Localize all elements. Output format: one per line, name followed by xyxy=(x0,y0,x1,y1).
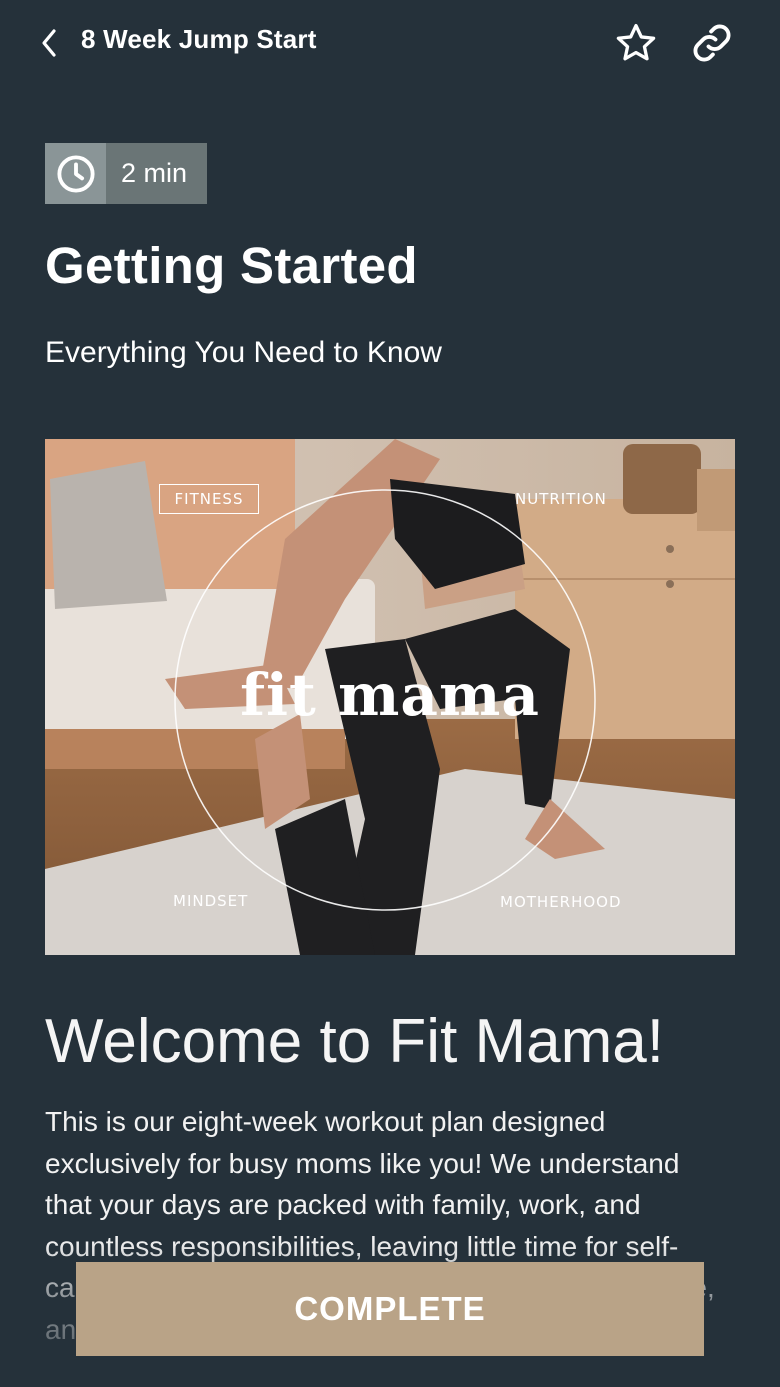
lesson-subtitle: Everything You Need to Know xyxy=(45,336,442,369)
hero-label-mindset: MINDSET xyxy=(173,892,249,910)
duration-chip: 2 min xyxy=(45,143,207,204)
hero-label-fitness: FITNESS xyxy=(159,484,259,514)
hero-label-nutrition: NUTRITION xyxy=(515,490,607,508)
duration-text: 2 min xyxy=(106,143,207,204)
back-button[interactable] xyxy=(34,26,64,60)
top-bar: 8 Week Jump Start xyxy=(0,0,780,84)
hero-image: FITNESS NUTRITION MINDSET MOTHERHOOD fit… xyxy=(45,439,735,955)
link-icon xyxy=(693,24,731,62)
fit-mama-logo: fit mama xyxy=(240,661,540,729)
favorite-button[interactable] xyxy=(612,20,660,66)
star-outline-icon xyxy=(616,23,656,61)
share-link-button[interactable] xyxy=(688,20,736,66)
content-heading: Welcome to Fit Mama! xyxy=(45,1007,665,1076)
duration-icon-box xyxy=(45,143,106,204)
lesson-screen: 8 Week Jump Start 2 min Getting Started … xyxy=(0,0,780,1387)
lesson-title: Getting Started xyxy=(45,237,418,294)
course-title: 8 Week Jump Start xyxy=(81,24,317,54)
hero-label-motherhood: MOTHERHOOD xyxy=(500,893,622,911)
complete-button[interactable]: COMPLETE xyxy=(76,1262,704,1356)
chevron-left-icon xyxy=(42,29,56,57)
clock-icon xyxy=(56,154,95,193)
